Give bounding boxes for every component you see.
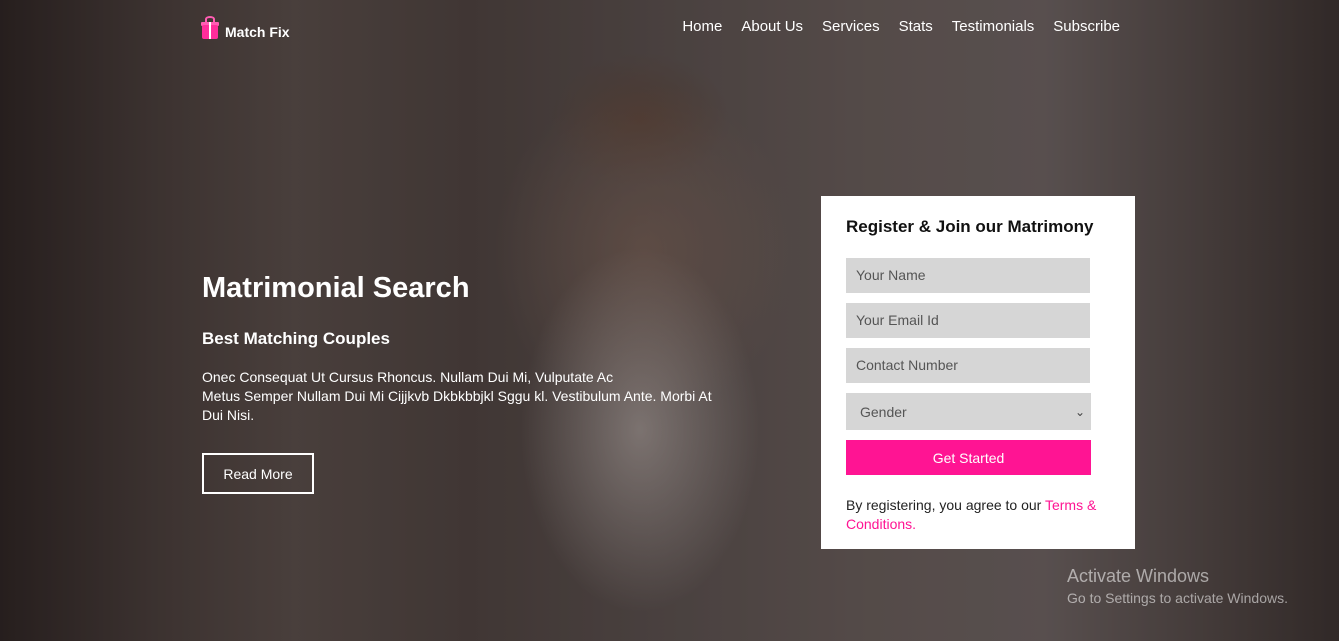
nav-home[interactable]: Home [682, 17, 722, 37]
terms-notice: By registering, you agree to our Terms &… [846, 496, 1110, 534]
terms-text: By registering, you agree to our [846, 497, 1042, 513]
activate-windows-watermark: Activate Windows Go to Settings to activ… [1067, 565, 1288, 608]
read-more-button[interactable]: Read More [202, 453, 314, 494]
hero-title: Matrimonial Search [202, 272, 470, 304]
gender-select-value: Gender [860, 403, 907, 420]
email-input[interactable]: Your Email Id [846, 303, 1090, 338]
register-form: Register & Join our Matrimony Your Name … [821, 196, 1135, 549]
brand-name: Match Fix [225, 24, 290, 40]
contact-number-input[interactable]: Contact Number [846, 348, 1090, 383]
hero-content: Matrimonial Search Best Matching Couples… [202, 270, 762, 425]
hero-description-line: Dui Nisi. [202, 407, 255, 423]
chevron-down-icon: ⌄ [1074, 404, 1085, 419]
hero-description-line: Metus Semper Nullam Dui Mi Cijjkvb Dkbkb… [202, 388, 712, 404]
gender-select[interactable]: Gender ⌄ [846, 393, 1091, 430]
watermark-title: Activate Windows [1067, 566, 1210, 586]
hero-description-line: Onec Consequat Ut Cursus Rhoncus. Nullam… [202, 369, 614, 385]
main-nav: Home About Us Services Stats Testimonial… [682, 17, 1120, 37]
nav-testimonials[interactable]: Testimonials [952, 17, 1035, 37]
nav-subscribe[interactable]: Subscribe [1053, 17, 1120, 37]
nav-about-us[interactable]: About Us [741, 17, 803, 37]
nav-stats[interactable]: Stats [899, 17, 933, 37]
name-input[interactable]: Your Name [846, 258, 1090, 293]
get-started-button[interactable]: Get Started [846, 440, 1091, 475]
hero-description: Onec Consequat Ut Cursus Rhoncus. Nullam… [202, 368, 762, 425]
watermark-subtitle: Go to Settings to activate Windows. [1067, 590, 1288, 606]
brand-logo[interactable]: Match Fix [201, 16, 290, 40]
gift-icon [201, 16, 219, 40]
hero-subtitle: Best Matching Couples [202, 329, 390, 348]
nav-services[interactable]: Services [822, 17, 880, 37]
register-title: Register & Join our Matrimony [846, 217, 1094, 236]
